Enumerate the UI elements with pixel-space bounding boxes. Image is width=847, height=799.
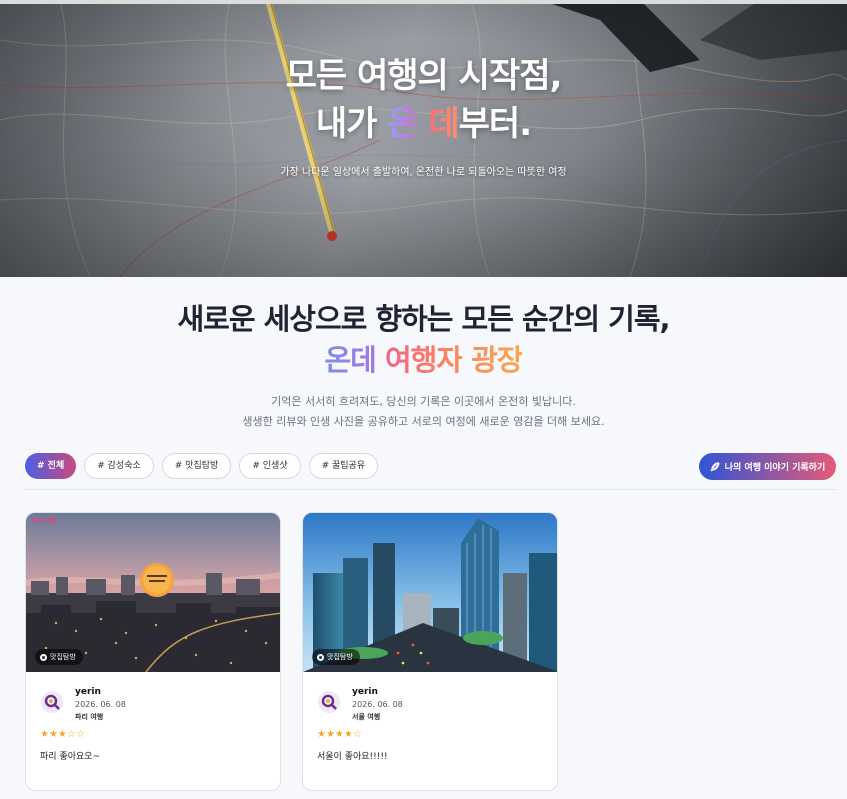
section-title: 새로운 세상으로 향하는 모든 순간의 기록,: [177, 302, 670, 336]
hero-top-band: [0, 0, 847, 4]
filter-chip-photo[interactable]: # 인생샷: [239, 453, 301, 479]
section-title-highlight: 온데 여행자 광장: [0, 337, 847, 379]
card-date: 2026. 06. 08: [352, 700, 403, 709]
filter-chip-food[interactable]: # 맛집탐방: [161, 453, 232, 479]
hero-title-part-e: 부터.: [458, 104, 532, 144]
card-trip-name: 파리 여행: [75, 713, 104, 721]
card-photo-seoul: 맛집탐방: [303, 513, 557, 672]
filter-divider: [25, 489, 836, 490]
card-username: yerin: [352, 687, 378, 697]
review-card[interactable]: 파리 여행 맛집탐방 yerin 2026. 06. 08 파리 여행 ★★★☆…: [25, 512, 281, 791]
card-username: yerin: [75, 687, 101, 697]
hero-subtitle: 가장 나다운 일상에서 출발하여, 온전한 나로 되돌아오는 따뜻한 여정: [280, 167, 567, 178]
category-filter-bar: # 전체 # 감성숙소 # 맛집탐방 # 인생샷 # 꿀팁공유: [25, 453, 379, 479]
hero-title-line2: 내가 온 데부터.: [0, 100, 847, 148]
card-review-text: 파리 좋아요오~: [40, 752, 101, 762]
badge-dot-icon: [40, 653, 47, 661]
card-category-badge: 맛집탐방: [312, 649, 360, 665]
magnifier-avatar-icon: [321, 694, 337, 710]
hero-title-line1: 모든 여행의 시작점,: [285, 56, 563, 96]
avatar: [41, 691, 63, 713]
hero-title-space: [418, 104, 429, 144]
card-category-badge: 맛집탐방: [35, 649, 83, 665]
feather-icon: [710, 461, 720, 471]
hero-title-highlight-on: 온: [387, 104, 418, 144]
section-title-traveler: 여행자: [375, 343, 463, 377]
card-photo-paris: 파리 여행 맛집탐방: [26, 513, 280, 672]
card-photo-overlay-text: 파리 여행: [32, 518, 57, 525]
magnifier-avatar-icon: [44, 694, 60, 710]
badge-label: 맛집탐방: [50, 653, 76, 661]
hero-banner: 모든 여행의 시작점, 내가 온 데부터. 가장 나다운 일상에서 출발하여, …: [0, 0, 847, 277]
section-title-plaza: 광장: [462, 343, 523, 377]
hero-title: 모든 여행의 시작점, 내가 온 데부터.: [0, 52, 847, 148]
avatar: [318, 691, 340, 713]
hero-title-part-a: 내가: [315, 104, 388, 144]
section-title-onde: 온데: [324, 343, 377, 377]
badge-label: 맛집탐방: [327, 653, 353, 661]
badge-dot-icon: [317, 653, 324, 661]
card-review-text: 서울이 좋아요!!!!!: [317, 752, 388, 762]
filter-chip-tips[interactable]: # 꿀팁공유: [308, 453, 379, 479]
card-date: 2026. 06. 08: [75, 700, 126, 709]
filter-chip-stay[interactable]: # 감성숙소: [84, 453, 154, 479]
card-rating-stars: ★★★☆☆: [40, 729, 85, 740]
write-story-label: 나의 여행 이야기 기록하기: [724, 463, 826, 473]
section-description: 기억은 서서히 흐려져도, 당신의 기록은 이곳에서 온전히 빛납니다. 생생한…: [0, 392, 847, 432]
card-trip-name: 서울 여행: [352, 713, 381, 721]
description-line2: 생생한 리뷰와 인생 사진을 공유하고 서로의 여정에 새로운 영감을 더해 보…: [242, 415, 605, 428]
card-rating-stars: ★★★★☆: [317, 729, 362, 740]
filter-chip-all[interactable]: # 전체: [25, 453, 77, 479]
write-story-button[interactable]: 나의 여행 이야기 기록하기: [699, 453, 836, 480]
review-card[interactable]: 맛집탐방 yerin 2026. 06. 08 서울 여행 ★★★★☆ 서울이 …: [302, 512, 558, 791]
hero-title-highlight-de: 데: [428, 104, 459, 144]
description-line1: 기억은 서서히 흐려져도, 당신의 기록은 이곳에서 온전히 빛납니다.: [271, 395, 576, 408]
